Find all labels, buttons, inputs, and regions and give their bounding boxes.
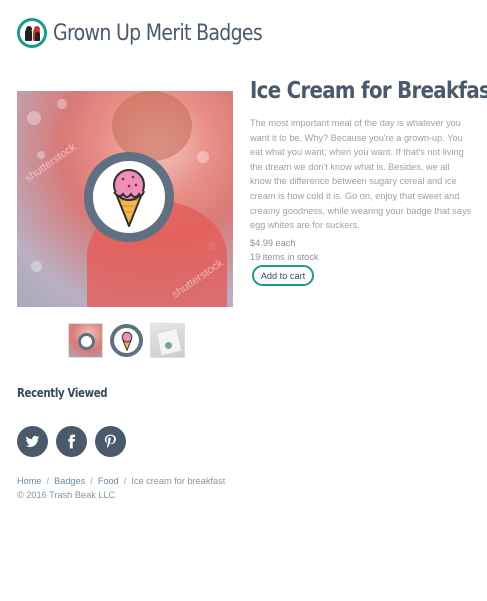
- site-logo-icon[interactable]: [17, 18, 47, 48]
- site-title[interactable]: Grown Up Merit Badges: [53, 21, 263, 46]
- twitter-icon: [25, 435, 40, 447]
- breadcrumb-food[interactable]: Food: [98, 476, 119, 486]
- breadcrumb: Home / Badges / Food / Ice cream for bre…: [17, 476, 225, 486]
- social-links: [17, 426, 126, 457]
- breadcrumb-separator: /: [123, 476, 127, 486]
- ice-cream-cone-icon: [121, 331, 132, 351]
- watermark-text: shutterstock: [22, 141, 79, 185]
- recently-viewed-heading: Recently Viewed: [17, 386, 108, 400]
- stock-status: 19 items in stock: [250, 252, 319, 262]
- breadcrumb-home[interactable]: Home: [17, 476, 42, 486]
- facebook-button[interactable]: [56, 426, 87, 457]
- product-title: Ice Cream for Breakfast: [250, 78, 487, 104]
- copyright-text: © 2016 Trash Beak LLC: [17, 490, 116, 500]
- product-main-image[interactable]: shutterstock shutterstock: [17, 91, 233, 307]
- breadcrumb-separator: /: [90, 476, 93, 486]
- product-price: $4.99 each: [250, 238, 296, 248]
- site-header: Grown Up Merit Badges: [17, 18, 296, 48]
- pinterest-button[interactable]: [95, 426, 126, 457]
- pinterest-icon: [104, 434, 116, 448]
- badge-thumbnail[interactable]: [109, 323, 144, 358]
- facebook-icon: [68, 434, 76, 449]
- product-thumbnails: [68, 323, 185, 358]
- merit-badge: [84, 152, 174, 242]
- product-description: The most important meal of the day is wh…: [250, 118, 472, 231]
- ice-cream-cone-icon: [113, 169, 145, 227]
- breadcrumb-separator: /: [46, 476, 50, 486]
- add-to-cart-button[interactable]: Add to cart: [252, 265, 314, 286]
- package-thumbnail[interactable]: [150, 323, 185, 358]
- breadcrumb-current: Ice cream for breakfast: [131, 476, 226, 486]
- breadcrumb-badges[interactable]: Badges: [54, 476, 85, 486]
- lifestyle-photo-thumbnail[interactable]: [68, 323, 103, 358]
- twitter-button[interactable]: [17, 426, 48, 457]
